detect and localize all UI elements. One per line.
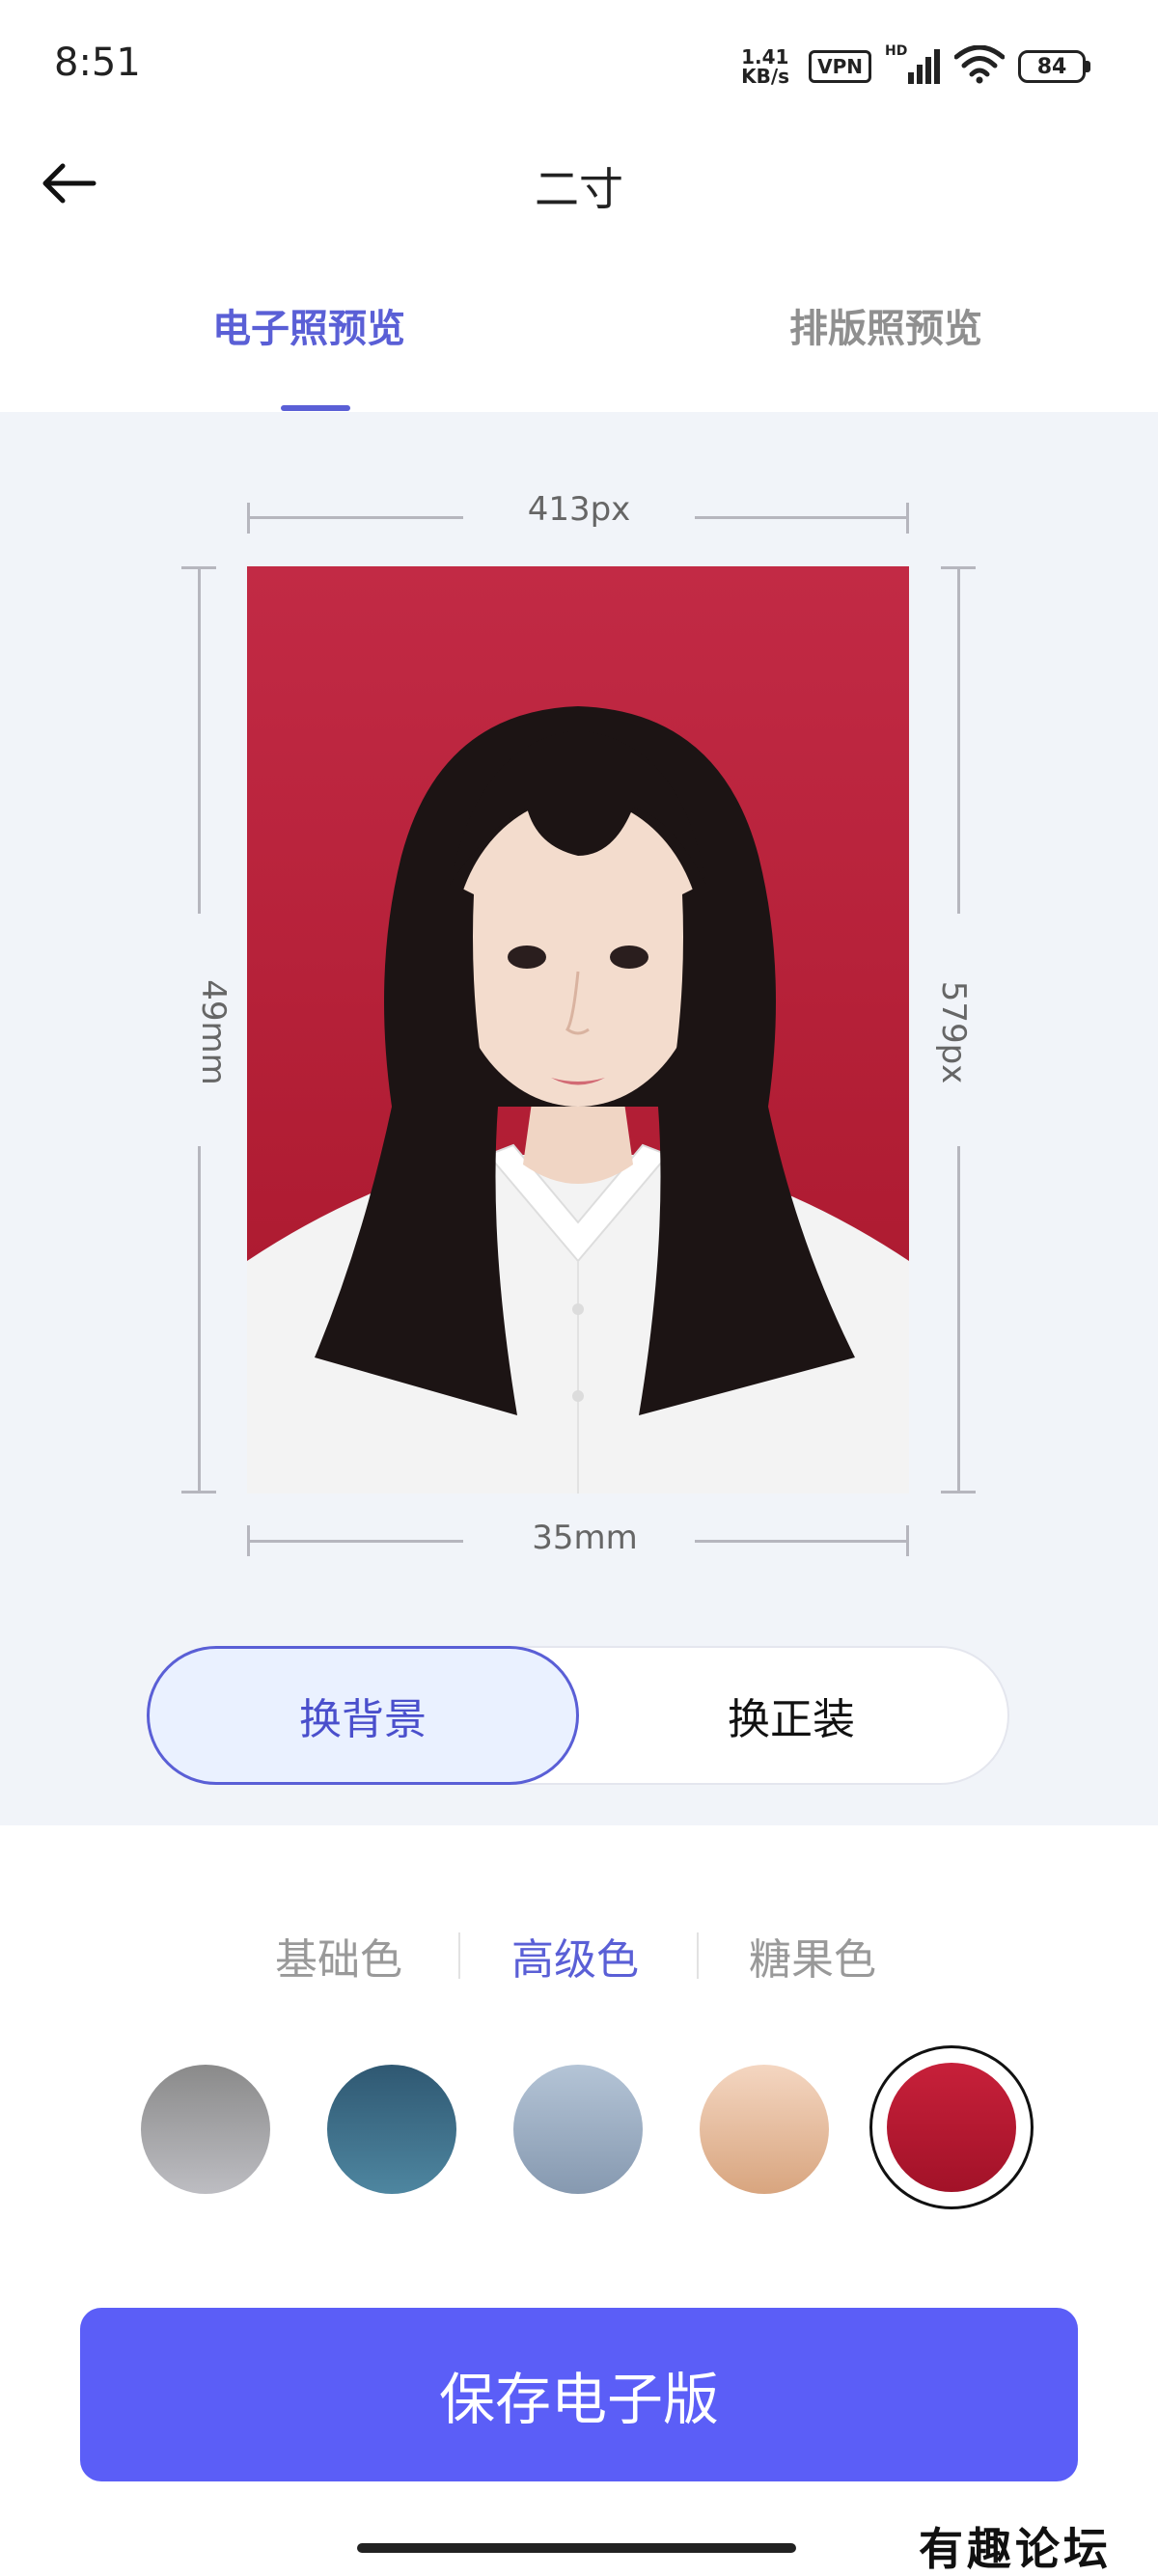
signal-icon: HD <box>885 43 941 86</box>
width-px-label: 413px <box>527 490 631 529</box>
dimension-tick <box>906 503 909 534</box>
save-electronic-button[interactable]: 保存电子版 <box>80 2308 1078 2481</box>
network-speed-unit: KB/s <box>741 65 790 88</box>
id-photo-preview <box>247 566 909 1494</box>
tab-advanced-colors[interactable]: 高级色 <box>511 1925 639 1987</box>
swatch-teal-blue[interactable] <box>327 2065 456 2194</box>
height-px-label: 579px <box>934 980 973 1084</box>
width-mm-label: 35mm <box>532 1519 638 1557</box>
tab-layout-preview[interactable]: 排版照预览 <box>789 297 982 353</box>
page-title: 二寸 <box>535 163 623 215</box>
status-icons: 1.41 KB/s VPN HD 84 <box>741 42 1090 91</box>
swatch-peach[interactable] <box>700 2065 829 2194</box>
change-background-button[interactable]: 换背景 <box>147 1646 579 1785</box>
dimension-line <box>957 566 960 914</box>
wifi-icon <box>953 44 1006 88</box>
forum-watermark: 有趣论坛 <box>919 2523 1112 2575</box>
network-speed-value: 1.41 <box>741 45 789 69</box>
hd-label: HD <box>885 43 908 59</box>
status-time: 8:51 <box>54 41 141 85</box>
battery-icon: 84 <box>1018 50 1090 83</box>
nav-bar: 二寸 <box>0 135 1158 232</box>
network-speed: 1.41 KB/s <box>741 47 795 86</box>
dimension-line <box>198 1146 201 1494</box>
category-divider <box>697 1932 699 1979</box>
vpn-icon: VPN <box>809 50 871 83</box>
color-swatches <box>0 2045 1158 2219</box>
dimension-tick <box>906 1525 909 1556</box>
tab-active-indicator <box>281 405 350 411</box>
dimension-line <box>198 566 201 914</box>
dimension-tick <box>181 1491 216 1494</box>
swatch-light-steel-blue[interactable] <box>513 2065 643 2194</box>
tab-basic-colors[interactable]: 基础色 <box>275 1925 402 1987</box>
color-category-tabs: 基础色 高级色 糖果色 <box>0 1915 1158 1992</box>
dimension-line <box>695 1540 909 1543</box>
swatch-gray[interactable] <box>141 2065 270 2194</box>
dimension-line <box>247 1540 463 1543</box>
change-suit-button[interactable]: 换正装 <box>575 1646 1007 1785</box>
tab-candy-colors[interactable]: 糖果色 <box>749 1925 876 1987</box>
mode-toggle: 换背景 换正装 <box>147 1646 1009 1785</box>
dimension-tick <box>941 1491 976 1494</box>
dimension-line <box>695 516 909 519</box>
category-divider <box>458 1932 460 1979</box>
dimension-line <box>957 1146 960 1494</box>
preview-tabs: 电子照预览 排版照预览 <box>0 280 1158 411</box>
home-indicator[interactable] <box>357 2543 796 2553</box>
status-bar: 8:51 1.41 KB/s VPN HD 84 <box>0 0 1158 135</box>
swatch-red[interactable] <box>887 2063 1016 2192</box>
battery-level: 84 <box>1018 50 1086 83</box>
portrait-illustration <box>247 706 909 1494</box>
height-mm-label: 49mm <box>194 979 233 1085</box>
dimension-line <box>247 516 463 519</box>
tab-electronic-preview[interactable]: 电子照预览 <box>212 297 405 353</box>
